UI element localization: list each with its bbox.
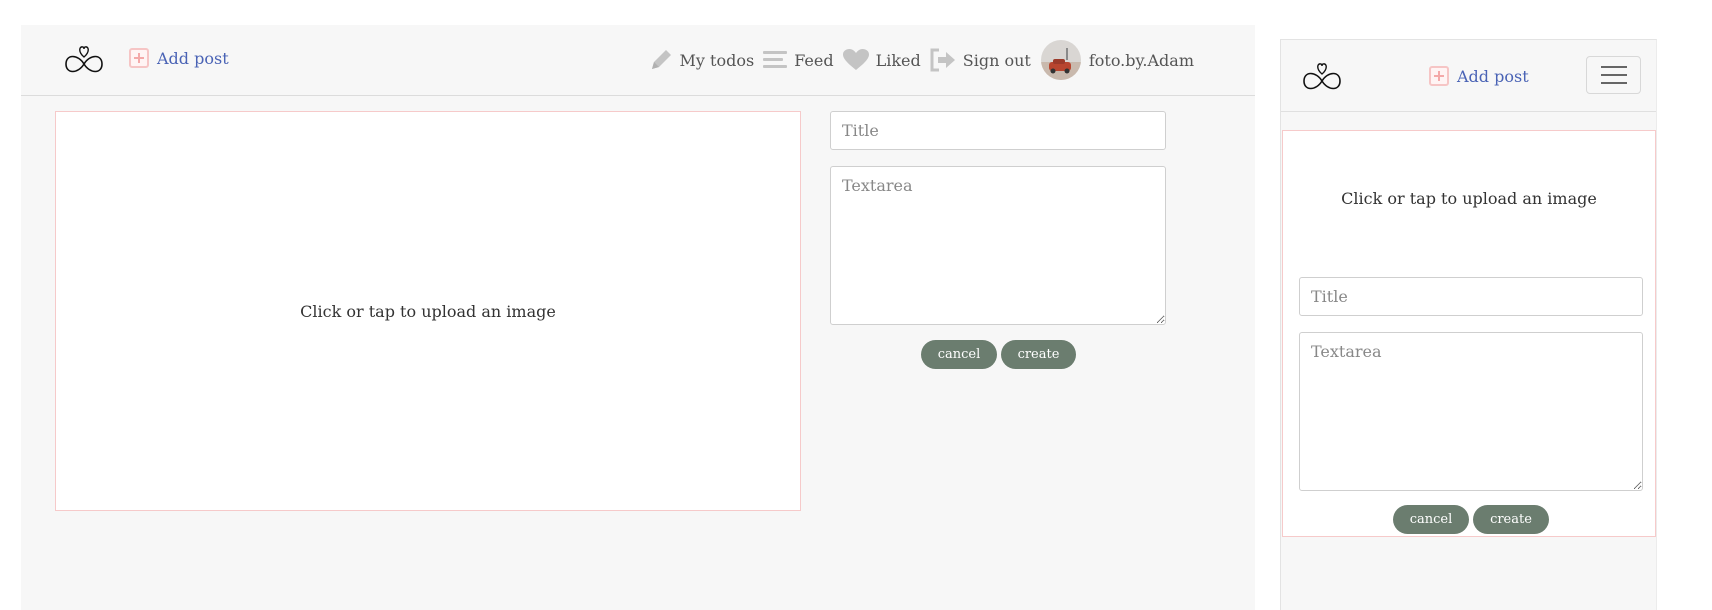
upload-prompt: Click or tap to upload an image [1341,189,1597,208]
menu-toggle-button[interactable] [1586,56,1641,94]
bars-icon [763,51,788,68]
add-post-link[interactable]: Add post [129,48,229,68]
title-input[interactable] [1299,277,1643,316]
add-post-link[interactable]: Add post [1429,66,1529,86]
title-input[interactable] [830,111,1166,150]
add-post-label: Add post [1457,66,1529,86]
hamburger-icon [1600,66,1627,68]
nav-my-todos[interactable]: My todos [648,47,755,73]
navbar: Add post My todos Feed Liked Sign out fo… [21,25,1255,96]
create-button[interactable]: create [1001,340,1076,369]
nav-my-todos-label: My todos [679,50,755,70]
hamburger-icon-line [1600,82,1627,84]
create-button[interactable]: create [1473,505,1549,534]
sign-out-icon [930,48,955,72]
image-upload-area[interactable]: Click or tap to upload an image [55,111,801,511]
mobile-post-card: Click or tap to upload an image cancel c… [1282,130,1656,537]
upload-prompt: Click or tap to upload an image [300,301,556,321]
mobile-view: Add post Click or tap to upload an image… [1280,39,1657,610]
cancel-button[interactable]: cancel [921,340,997,369]
cancel-button[interactable]: cancel [1393,505,1469,534]
hamburger-icon-line [1600,74,1627,76]
plus-square-icon [1429,66,1449,86]
nav-liked-label: Liked [875,50,921,70]
image-upload-area[interactable]: Click or tap to upload an image [1283,131,1655,266]
plus-square-icon [129,48,149,68]
nav-feed[interactable]: Feed [762,48,834,72]
nav-links: My todos Feed Liked Sign out foto.by.Ada… [640,40,1194,80]
heart-infinity-icon[interactable] [1301,61,1343,95]
username[interactable]: foto.by.Adam [1089,51,1194,70]
text-area[interactable] [830,166,1166,325]
pencil-icon [651,50,671,69]
add-post-label: Add post [157,48,229,68]
nav-feed-label: Feed [794,50,834,70]
nav-sign-out-label: Sign out [962,50,1031,70]
avatar[interactable] [1040,40,1081,80]
desktop-view: Add post My todos Feed Liked Sign out fo… [21,25,1255,610]
heart-infinity-icon[interactable] [63,44,105,78]
heart-icon [842,49,869,70]
mobile-navbar: Add post [1281,40,1656,112]
nav-sign-out[interactable]: Sign out [929,48,1031,72]
text-area[interactable] [1299,332,1643,491]
nav-liked[interactable]: Liked [842,48,921,72]
